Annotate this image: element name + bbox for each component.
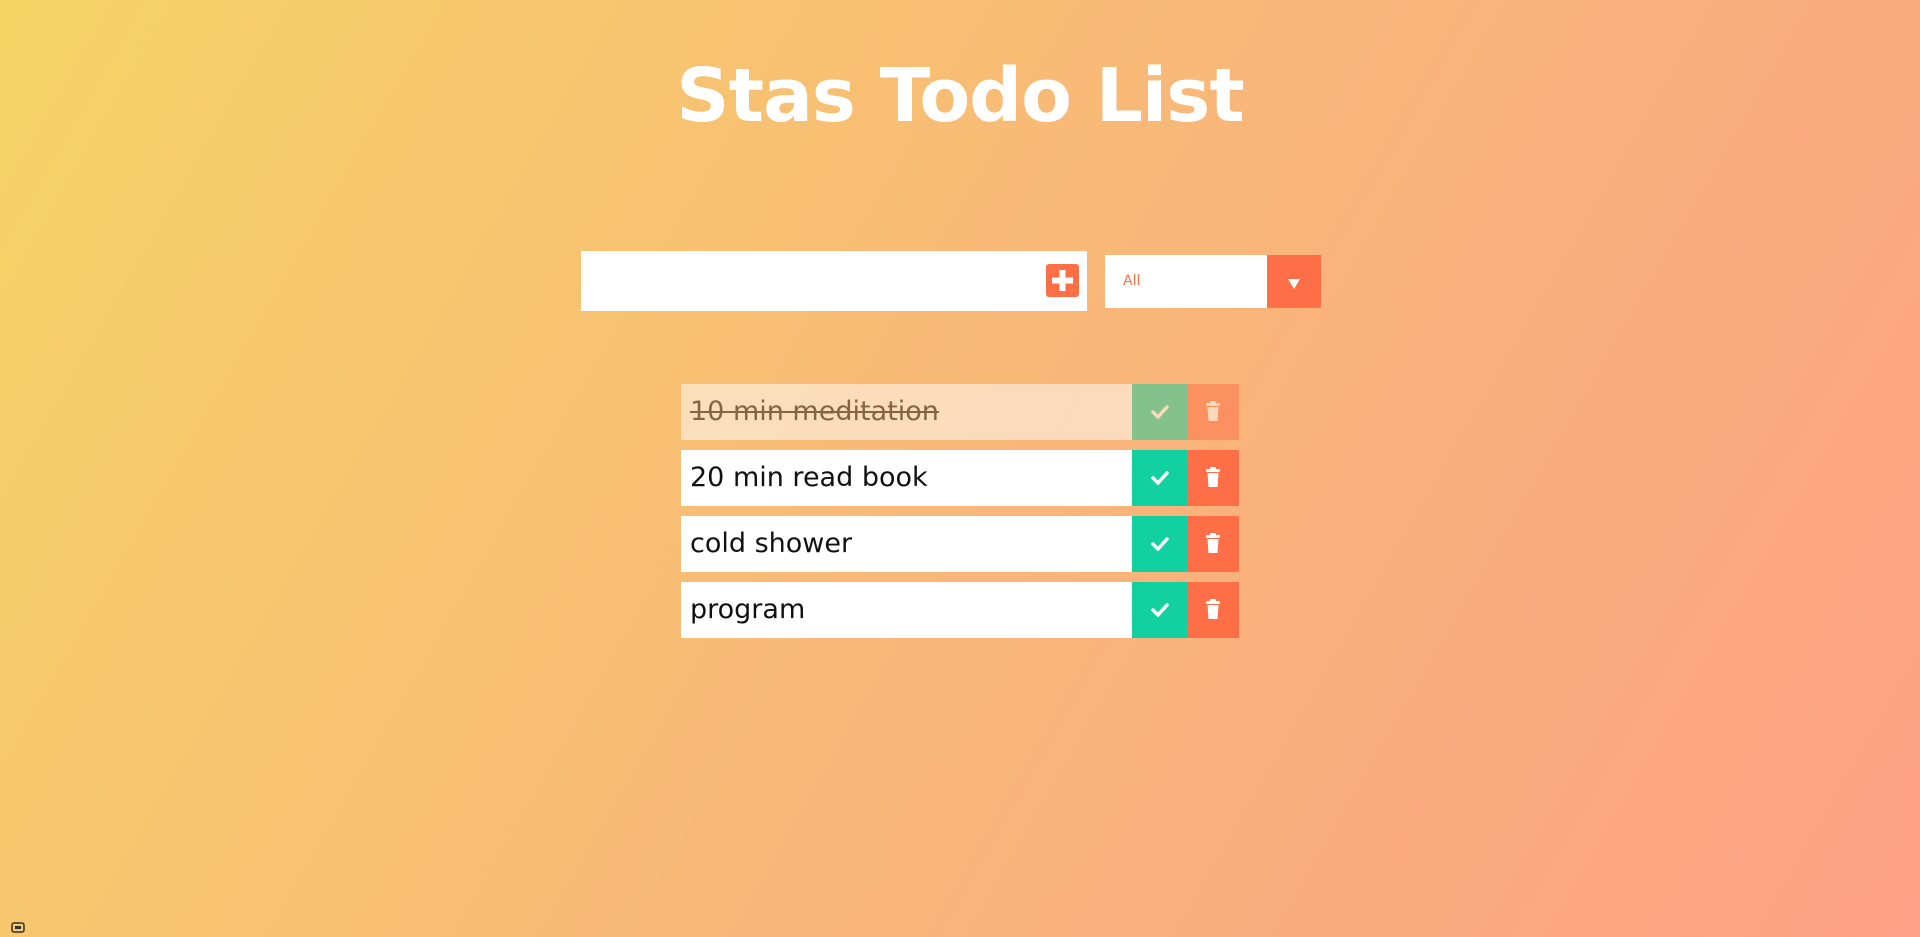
trash-icon [1206,533,1220,553]
check-icon [1150,405,1169,419]
check-icon [1150,603,1169,617]
filter-dropdown-button[interactable] [1267,255,1321,308]
todo-item: program [681,582,1239,638]
delete-button[interactable] [1187,516,1239,572]
trash-icon [1206,599,1220,619]
page-title: Stas Todo List [676,53,1244,139]
add-todo-button[interactable] [1046,264,1079,297]
trash-icon [1206,401,1220,421]
todo-text: 10 min meditation [690,396,939,427]
todo-text: cold shower [690,528,853,559]
filter-selected-value: All [1123,273,1141,289]
todo-input[interactable] [581,251,1021,311]
chevron-down-icon [1288,279,1300,289]
complete-button[interactable] [1132,450,1187,506]
todo-item: cold shower [681,516,1239,572]
delete-button[interactable] [1187,582,1239,638]
check-icon [1150,471,1169,485]
todo-text: 20 min read book [690,462,928,493]
complete-button[interactable] [1132,516,1187,572]
complete-button[interactable] [1132,582,1187,638]
todo-text: program [690,594,806,625]
check-icon [1150,537,1169,551]
filter-select[interactable]: All [1105,255,1321,308]
complete-button[interactable] [1132,384,1187,440]
delete-button[interactable] [1187,450,1239,506]
extension-icon [11,922,25,933]
todo-item: 20 min read book [681,450,1239,506]
delete-button[interactable] [1187,384,1239,440]
plus-icon [1052,270,1073,291]
todo-list: 10 min meditation 20 min read book cold … [681,384,1239,648]
todo-item: 10 min meditation [681,384,1239,440]
trash-icon [1206,467,1220,487]
add-todo-form [581,251,1087,311]
